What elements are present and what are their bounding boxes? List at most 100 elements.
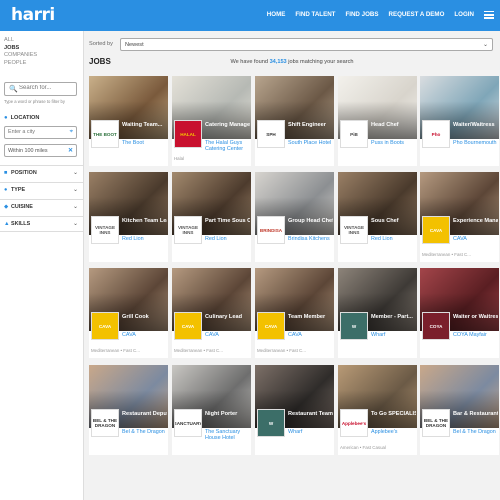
job-card[interactable]: SPH Shift Engineer South Place Hotel bbox=[255, 76, 334, 166]
job-title[interactable]: Kitchen Team Leader bbox=[122, 218, 167, 224]
job-title[interactable]: Head Chef bbox=[371, 122, 416, 128]
type-jobs[interactable]: JOBS bbox=[4, 45, 37, 53]
job-title[interactable]: Waiter or Waitress bbox=[453, 314, 498, 320]
company-name-link[interactable]: Red Lion bbox=[205, 236, 250, 242]
company-logo[interactable]: BEL & THE DRAGON bbox=[422, 409, 450, 437]
job-card[interactable]: Pho Waiter/Waitress Pho Bournemouth bbox=[420, 76, 499, 166]
company-logo[interactable]: CAVA bbox=[422, 216, 450, 244]
job-card[interactable]: BEL & THE DRAGONRestaurant Deputy... Bel … bbox=[89, 365, 168, 455]
job-card[interactable]: CAVAExperience ManagerCAVAMediterranean … bbox=[420, 172, 499, 262]
job-card[interactable]: W Restaurant Team... Wharf bbox=[255, 365, 334, 455]
job-card[interactable]: CAVA Team Member CAVA Mediterranean • Fast … bbox=[255, 268, 334, 358]
company-logo[interactable]: Pho bbox=[422, 120, 450, 148]
company-name-link[interactable]: Red Lion bbox=[122, 236, 167, 242]
company-logo[interactable]: HALAL bbox=[174, 120, 202, 148]
nav-find-jobs[interactable]: FIND JOBS bbox=[345, 11, 378, 21]
job-card[interactable]: VINTAGE INNSKitchen Team Leader Red Lion bbox=[89, 172, 168, 262]
company-logo[interactable]: COYA bbox=[422, 312, 450, 340]
job-title[interactable]: Restaurant Deputy... bbox=[122, 411, 167, 417]
job-title[interactable]: Waiter/Waitress bbox=[453, 122, 498, 128]
search-input[interactable] bbox=[19, 85, 75, 91]
company-name-link[interactable]: Wharf bbox=[371, 332, 416, 338]
company-logo[interactable]: CAVA bbox=[174, 312, 202, 340]
company-name-link[interactable]: Applebee's bbox=[371, 429, 416, 435]
company-name-link[interactable]: Pho Bournemouth bbox=[453, 140, 498, 146]
company-logo[interactable]: VINTAGE INNS bbox=[174, 216, 202, 244]
hamburger-menu-icon[interactable] bbox=[484, 11, 494, 21]
job-card[interactable]: HALAL Catering Manager The Halal Guys Cate… bbox=[172, 76, 251, 166]
nav-find-talent[interactable]: FIND TALENT bbox=[295, 11, 335, 21]
nav-login[interactable]: LOGIN bbox=[454, 11, 474, 21]
radius-select[interactable]: Within 100 miles ✕ bbox=[4, 144, 77, 157]
job-card[interactable]: CAVA Grill Cook CAVA Mediterranean • Fast C… bbox=[89, 268, 168, 358]
job-card[interactable]: W Member - Part... Wharf bbox=[338, 268, 417, 358]
job-card[interactable]: Applebee'sTo Go SPECIALIST -...Applebee'… bbox=[338, 365, 417, 455]
company-logo[interactable]: VINTAGE INNS bbox=[91, 216, 119, 244]
company-logo[interactable]: CAVA bbox=[257, 312, 285, 340]
company-logo[interactable]: SANCTUARY bbox=[174, 409, 202, 437]
company-name-link[interactable]: COYA Mayfair bbox=[453, 332, 498, 338]
job-card[interactable]: PiB Head Chef Puss in Boots bbox=[338, 76, 417, 166]
job-card[interactable]: CAVA Culinary Lead CAVA Mediterranean • Fas… bbox=[172, 268, 251, 358]
locate-icon[interactable]: ⌖ bbox=[70, 129, 73, 136]
company-name-link[interactable]: CAVA bbox=[288, 332, 333, 338]
job-title[interactable]: Catering Manager bbox=[205, 122, 250, 128]
company-name-link[interactable]: Red Lion bbox=[371, 236, 416, 242]
company-name-link[interactable]: South Place Hotel bbox=[288, 140, 333, 146]
company-logo[interactable]: THE BOOT bbox=[91, 120, 119, 148]
company-logo[interactable]: VINTAGE INNS bbox=[340, 216, 368, 244]
company-name-link[interactable]: Bel & The Dragon bbox=[122, 429, 167, 435]
filter-type[interactable]: ● TYPE ⌄ bbox=[0, 182, 83, 198]
job-title[interactable]: Restaurant Team... bbox=[288, 411, 333, 417]
clear-radius-icon[interactable]: ✕ bbox=[68, 147, 73, 154]
job-title[interactable]: Shift Engineer bbox=[288, 122, 333, 128]
company-logo[interactable]: BEL & THE DRAGON bbox=[91, 409, 119, 437]
job-card[interactable]: COYA Waiter or Waitress COYA Mayfair bbox=[420, 268, 499, 358]
job-card[interactable]: VINTAGE INNS Sous Chef Red Lion bbox=[338, 172, 417, 262]
nav-home[interactable]: HOME bbox=[267, 11, 286, 21]
job-title[interactable]: Grill Cook bbox=[122, 314, 167, 320]
company-name-link[interactable]: Wharf bbox=[288, 429, 333, 435]
job-title[interactable]: To Go SPECIALIST -... bbox=[371, 411, 416, 417]
job-title[interactable]: Culinary Lead bbox=[205, 314, 250, 320]
company-logo[interactable]: BRINDISA bbox=[257, 216, 285, 244]
job-card[interactable]: BEL & THE DRAGONBar & Restaurant... Bel &… bbox=[420, 365, 499, 455]
job-card[interactable]: VINTAGE INNSPart Time Sous Chef Red Lion bbox=[172, 172, 251, 262]
city-input[interactable] bbox=[8, 129, 66, 135]
job-title[interactable]: Experience Manager bbox=[453, 218, 498, 224]
company-name-link[interactable]: The Sanctuary House Hotel bbox=[205, 429, 250, 442]
job-title[interactable]: Member - Part... bbox=[371, 314, 416, 320]
job-title[interactable]: Group Head Chef bbox=[288, 218, 333, 224]
company-logo[interactable]: PiB bbox=[340, 120, 368, 148]
job-card[interactable]: SANCTUARY Night Porter The Sanctuary House… bbox=[172, 365, 251, 455]
search-field[interactable]: 🔍 bbox=[4, 82, 77, 96]
company-name-link[interactable]: CAVA bbox=[122, 332, 167, 338]
company-name-link[interactable]: The Boot bbox=[122, 140, 167, 146]
company-name-link[interactable]: The Halal Guys Catering Center bbox=[205, 140, 250, 153]
job-title[interactable]: Part Time Sous Chef bbox=[205, 218, 250, 224]
job-title[interactable]: Team Member bbox=[288, 314, 333, 320]
type-all[interactable]: ALL bbox=[4, 37, 37, 45]
company-name-link[interactable]: CAVA bbox=[453, 236, 498, 242]
company-logo[interactable]: W bbox=[257, 409, 285, 437]
harri-logo[interactable]: harri bbox=[11, 5, 55, 25]
company-logo[interactable]: CAVA bbox=[91, 312, 119, 340]
job-title[interactable]: Night Porter bbox=[205, 411, 250, 417]
sort-select[interactable]: Newest ⌄ bbox=[120, 38, 493, 51]
job-title[interactable]: Sous Chef bbox=[371, 218, 416, 224]
company-logo[interactable]: W bbox=[340, 312, 368, 340]
company-name-link[interactable]: Brindisa Kitchens bbox=[288, 236, 333, 242]
job-title[interactable]: Waiting Team... bbox=[122, 122, 167, 128]
company-name-link[interactable]: Puss in Boots bbox=[371, 140, 416, 146]
job-title[interactable]: Bar & Restaurant... bbox=[453, 411, 498, 417]
filter-position[interactable]: ■ POSITION ⌄ bbox=[0, 165, 83, 181]
city-field[interactable]: ⌖ bbox=[4, 126, 77, 139]
job-card[interactable]: THE BOOT Waiting Team... The Boot bbox=[89, 76, 168, 166]
company-logo[interactable]: Applebee's bbox=[340, 409, 368, 437]
company-logo[interactable]: SPH bbox=[257, 120, 285, 148]
company-name-link[interactable]: CAVA bbox=[205, 332, 250, 338]
filter-skills[interactable]: ▲ SKILLS ⌄ bbox=[0, 216, 83, 232]
filter-cuisine[interactable]: ◆ CUISINE ⌄ bbox=[0, 199, 83, 215]
company-name-link[interactable]: Bel & The Dragon bbox=[453, 429, 498, 435]
nav-request-demo[interactable]: REQUEST A DEMO bbox=[388, 11, 444, 21]
